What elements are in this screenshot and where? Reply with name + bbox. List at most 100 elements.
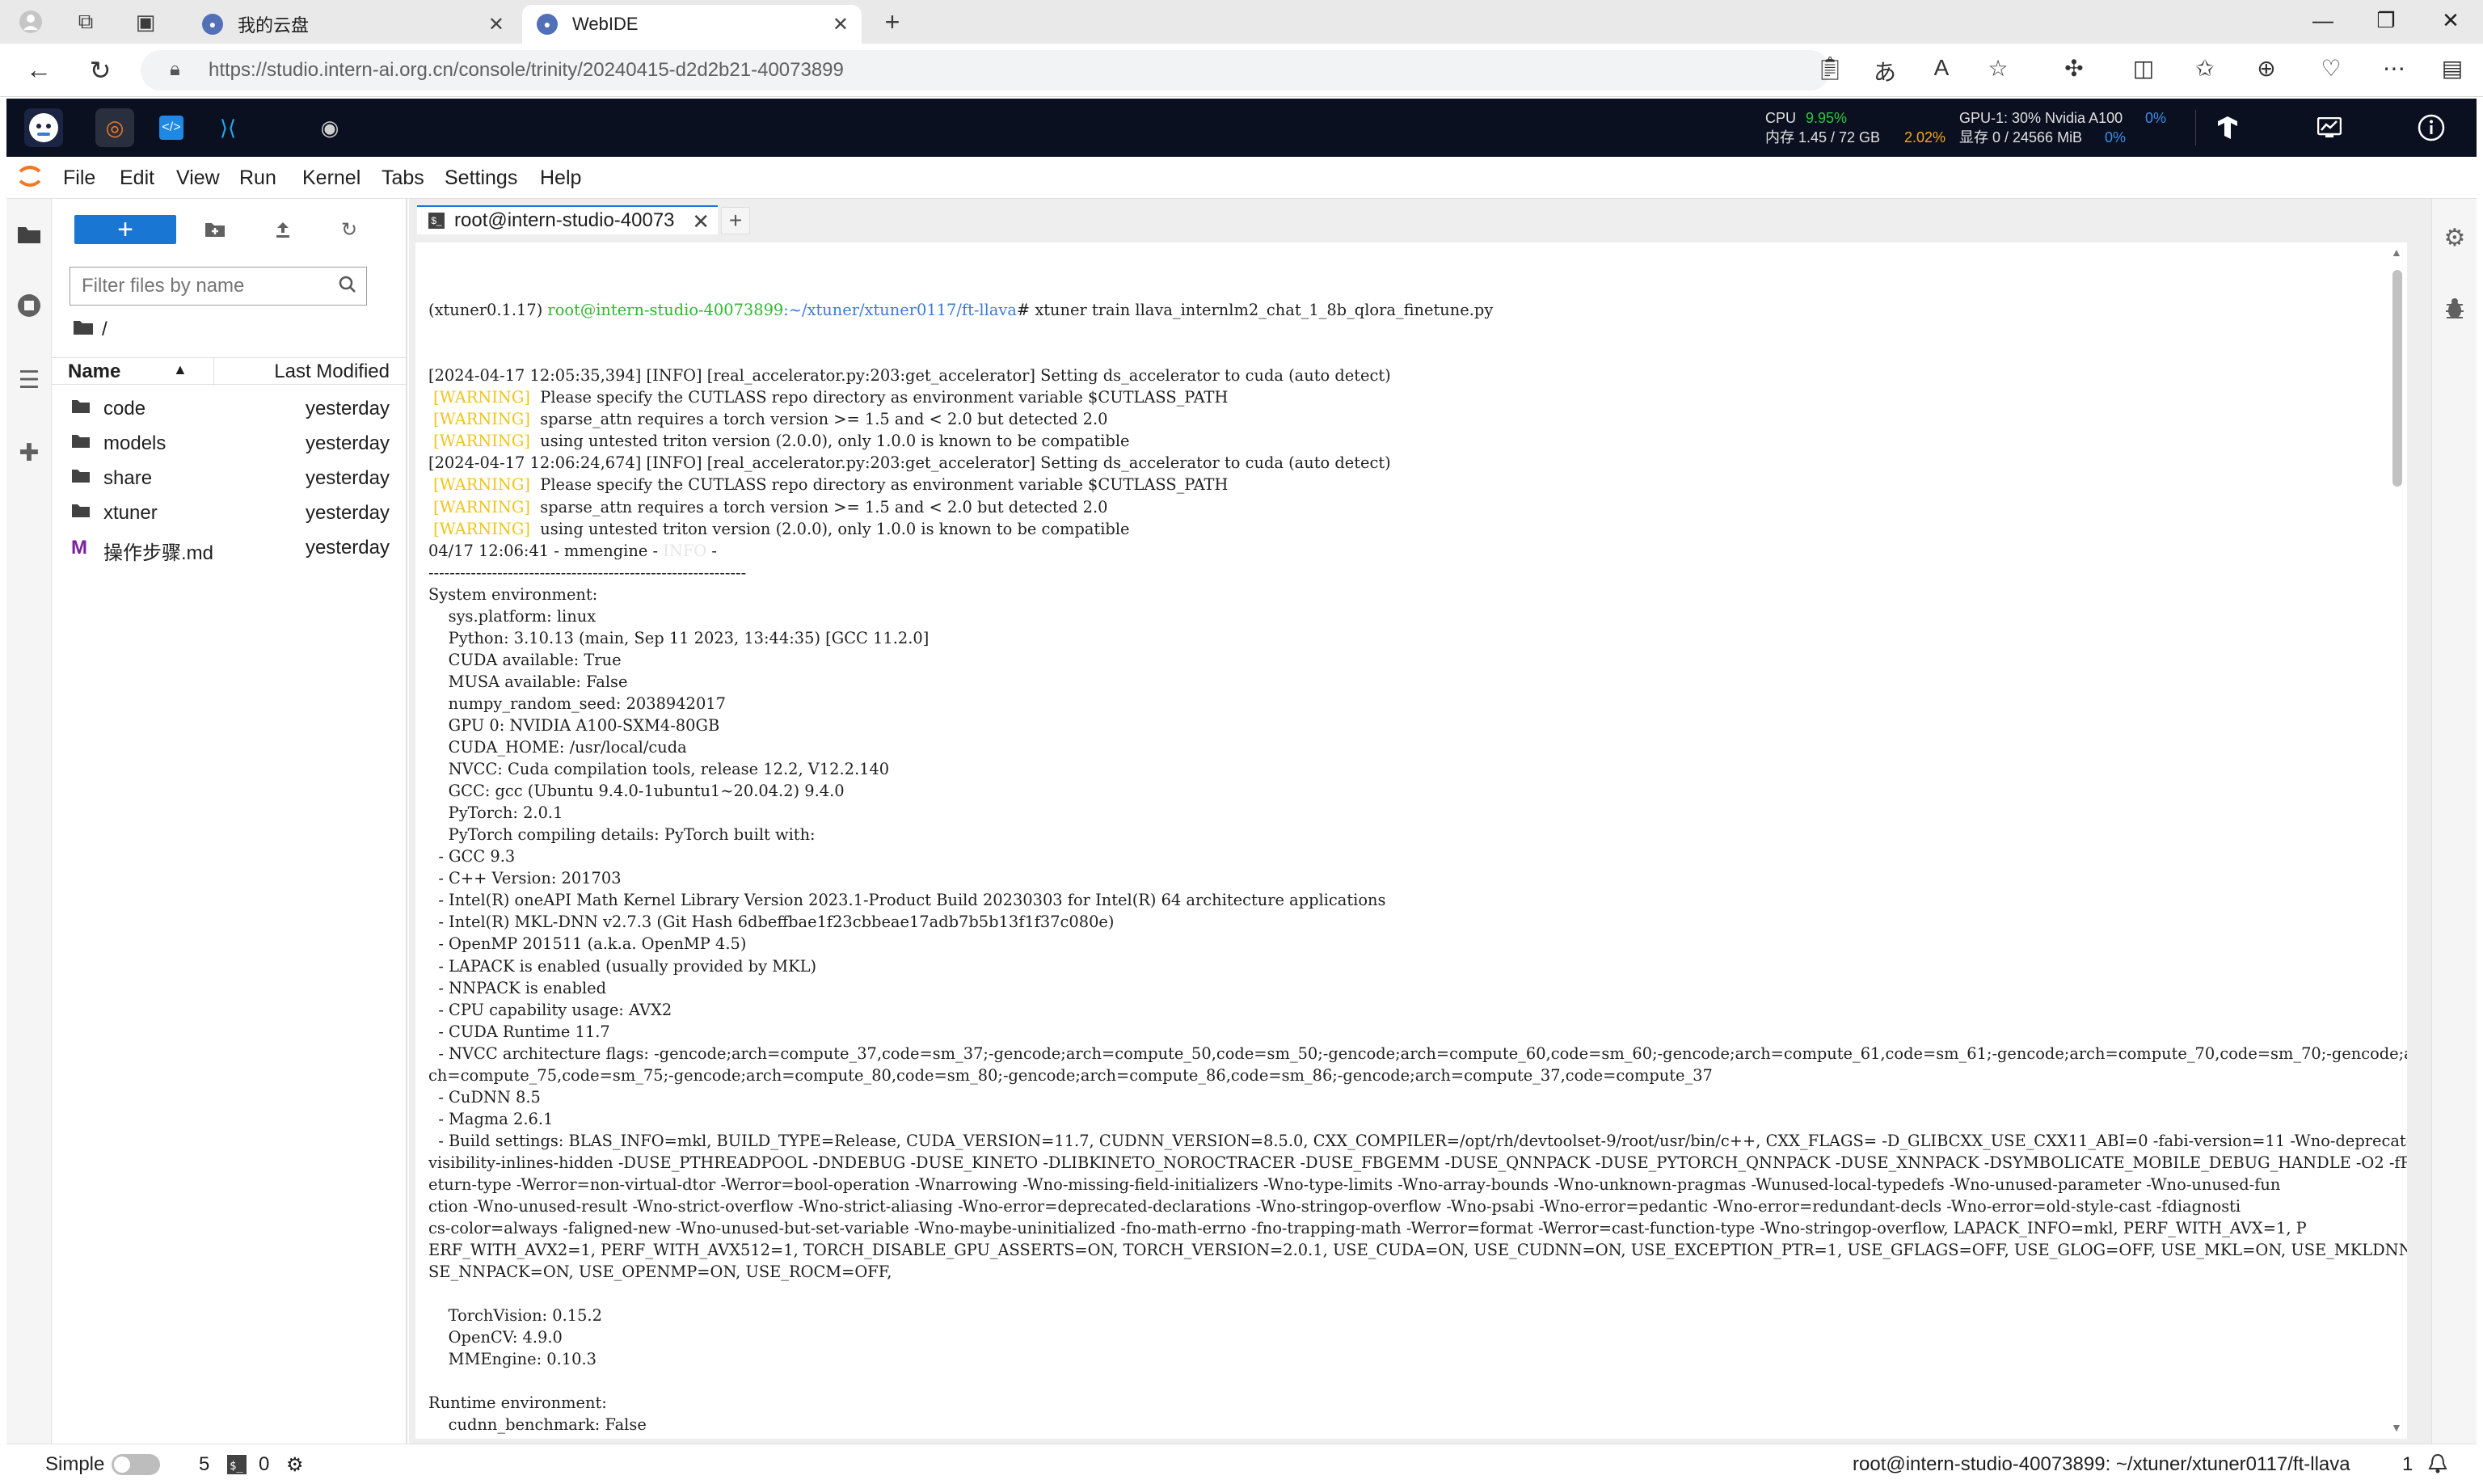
search-icon bbox=[339, 276, 356, 299]
extensions-puzzle-icon[interactable]: ✚ bbox=[13, 436, 45, 469]
folder-icon[interactable] bbox=[13, 218, 45, 251]
sort-ascending-icon[interactable]: ▲ bbox=[173, 361, 188, 378]
simple-mode-toggle[interactable] bbox=[112, 1454, 160, 1475]
collections-icon[interactable]: ⊕ bbox=[2250, 55, 2283, 82]
menu-view[interactable]: View bbox=[176, 167, 220, 190]
new-tab-button[interactable]: + bbox=[878, 7, 907, 36]
terminal-panel[interactable]: (xtuner0.1.17) root@intern-studio-400738… bbox=[415, 242, 2407, 1439]
file-row[interactable]: share yesterday bbox=[52, 461, 406, 495]
gpu-value: 0% bbox=[2145, 110, 2167, 126]
terminal-line: GPU 0: NVIDIA A100-SXM4-80GB bbox=[428, 715, 720, 735]
split-screen-icon[interactable]: ◫ bbox=[2127, 55, 2160, 82]
menu-edit[interactable]: Edit bbox=[120, 167, 154, 190]
extensions-icon[interactable]: ✣ bbox=[2058, 55, 2090, 82]
file-row[interactable]: M 操作步骤.md yesterday bbox=[52, 530, 406, 565]
tensorflow-icon[interactable] bbox=[2208, 108, 2247, 147]
close-tab-icon[interactable]: ✕ bbox=[833, 13, 849, 36]
vram-label: 显存 0 / 24566 MiB bbox=[1959, 129, 2083, 145]
file-modified: yesterday bbox=[305, 537, 390, 559]
terminal-line: [WARNING] Please specify the CUTLASS rep… bbox=[433, 388, 1229, 407]
maximize-button[interactable]: ❐ bbox=[2370, 8, 2402, 33]
table-of-contents-icon[interactable]: ☰ bbox=[13, 364, 45, 396]
file-row[interactable]: models yesterday bbox=[52, 426, 406, 461]
close-tab-icon[interactable]: ✕ bbox=[692, 209, 710, 234]
file-row[interactable]: xtuner yesterday bbox=[52, 495, 406, 530]
browser-tab-webide[interactable]: ● WebIDE ✕ bbox=[522, 5, 862, 44]
browser-essentials-icon[interactable]: ♡ bbox=[2315, 55, 2347, 82]
prompt-env: (xtuner0.1.17) bbox=[428, 301, 548, 320]
favorite-star-icon[interactable]: ☆ bbox=[1982, 55, 2014, 82]
tab-label: root@intern-studio-40073 bbox=[454, 209, 675, 231]
log-level: INFO bbox=[663, 541, 707, 560]
add-tab-button[interactable]: + bbox=[721, 207, 750, 234]
url-input[interactable]: 🔒︎ https://studio.intern-ai.org.cn/conso… bbox=[141, 50, 1830, 91]
notification-bell-icon[interactable] bbox=[2428, 1453, 2447, 1480]
menu-tabs[interactable]: Tabs bbox=[382, 167, 424, 190]
warning-tag: [WARNING] bbox=[433, 410, 530, 429]
filter-files-input[interactable]: Filter files by name bbox=[70, 267, 367, 306]
property-inspector-icon[interactable]: ⚙ bbox=[2439, 221, 2471, 254]
menu-run[interactable]: Run bbox=[239, 167, 276, 190]
upload-icon[interactable] bbox=[268, 215, 297, 244]
menu-kernel[interactable]: Kernel bbox=[302, 167, 360, 190]
browser-tab-cloud-drive[interactable]: ● 我的云盘 ✕ bbox=[188, 5, 517, 44]
kernel-count[interactable]: 5 bbox=[199, 1453, 209, 1476]
scrollbar-thumb[interactable] bbox=[2392, 270, 2402, 487]
svg-text:$_: $_ bbox=[230, 1460, 243, 1473]
menu-help[interactable]: Help bbox=[540, 167, 581, 190]
terminal-count[interactable]: 0 bbox=[259, 1453, 269, 1476]
read-aloud-icon[interactable]: A bbox=[1925, 55, 1958, 81]
refresh-icon[interactable]: ↻ bbox=[335, 215, 364, 244]
scroll-down-icon[interactable]: ▼ bbox=[2391, 1421, 2402, 1434]
column-name-header[interactable]: Name bbox=[68, 360, 120, 383]
debugger-icon[interactable] bbox=[2439, 293, 2471, 325]
back-arrow-icon[interactable]: ← bbox=[23, 55, 55, 85]
intern-logo-icon[interactable] bbox=[24, 108, 63, 147]
monitor-icon[interactable] bbox=[2310, 108, 2349, 147]
cpu-label: CPU bbox=[1765, 110, 1797, 126]
breadcrumb-folder-icon[interactable] bbox=[73, 318, 94, 341]
vertical-tabs-icon[interactable]: ▣ bbox=[131, 7, 160, 36]
info-icon[interactable] bbox=[2412, 108, 2451, 147]
vscode-app-icon[interactable]: ⟩⟨ bbox=[209, 108, 247, 147]
terminal-icon: $_ bbox=[428, 213, 445, 229]
terminal-line: - CUDA Runtime 11.7 bbox=[428, 1022, 610, 1041]
minimize-button[interactable]: — bbox=[2307, 8, 2339, 33]
warning-tag: [WARNING] bbox=[433, 475, 530, 495]
breadcrumb-root[interactable]: / bbox=[102, 318, 107, 341]
folder-icon bbox=[71, 502, 92, 525]
cpu-value: 9.95% bbox=[1806, 110, 1848, 126]
jupyter-app-icon[interactable]: ◎ bbox=[95, 108, 134, 147]
terminal-scrollbar[interactable]: ▲ ▼ bbox=[2389, 242, 2404, 1439]
file-row[interactable]: code yesterday bbox=[52, 391, 406, 426]
menu-file[interactable]: File bbox=[63, 167, 95, 190]
kernel-status-gear-icon[interactable]: ⚙ bbox=[286, 1453, 304, 1477]
new-folder-icon[interactable] bbox=[200, 215, 230, 244]
toggle-knob bbox=[114, 1457, 130, 1473]
close-window-button[interactable]: ✕ bbox=[2435, 8, 2467, 33]
terminal-line: NVCC: Cuda compilation tools, release 12… bbox=[428, 760, 890, 779]
close-tab-icon[interactable]: ✕ bbox=[488, 13, 504, 36]
terminal-line: GCC: gcc (Ubuntu 9.4.0-1ubuntu1~20.04.2)… bbox=[428, 782, 845, 801]
reload-icon[interactable]: ↻ bbox=[84, 55, 116, 86]
code-editor-app-icon[interactable]: </> bbox=[152, 108, 191, 147]
terminal-line: [WARNING] Please specify the CUTLASS rep… bbox=[433, 475, 1229, 495]
tab-terminal[interactable]: $_ root@intern-studio-40073 ✕ bbox=[417, 205, 718, 234]
gpu-label: GPU-1: 30% Nvidia A100 bbox=[1959, 110, 2123, 126]
scroll-up-icon[interactable]: ▲ bbox=[2391, 246, 2402, 259]
browser-tab-label: 我的云盘 bbox=[238, 15, 310, 36]
sidebar-toggle-icon[interactable]: ▤ bbox=[2436, 55, 2468, 82]
column-divider bbox=[213, 358, 214, 386]
workspaces-icon[interactable]: ⧉ bbox=[71, 7, 100, 36]
running-kernels-icon[interactable] bbox=[13, 289, 45, 322]
folder-icon bbox=[71, 467, 92, 490]
favorites-icon[interactable]: ✩ bbox=[2189, 55, 2221, 82]
profile-icon[interactable] bbox=[16, 7, 45, 36]
menu-settings[interactable]: Settings bbox=[445, 167, 517, 190]
new-launcher-button[interactable]: + bbox=[74, 214, 176, 245]
clipboard-icon[interactable]: 📋︎ bbox=[1814, 55, 1846, 82]
column-modified-header[interactable]: Last Modified bbox=[274, 360, 390, 383]
compass-app-icon[interactable]: ◉ bbox=[310, 108, 349, 147]
more-menu-icon[interactable]: ⋯ bbox=[2378, 55, 2410, 82]
translate-icon[interactable]: あ bbox=[1869, 55, 1901, 87]
